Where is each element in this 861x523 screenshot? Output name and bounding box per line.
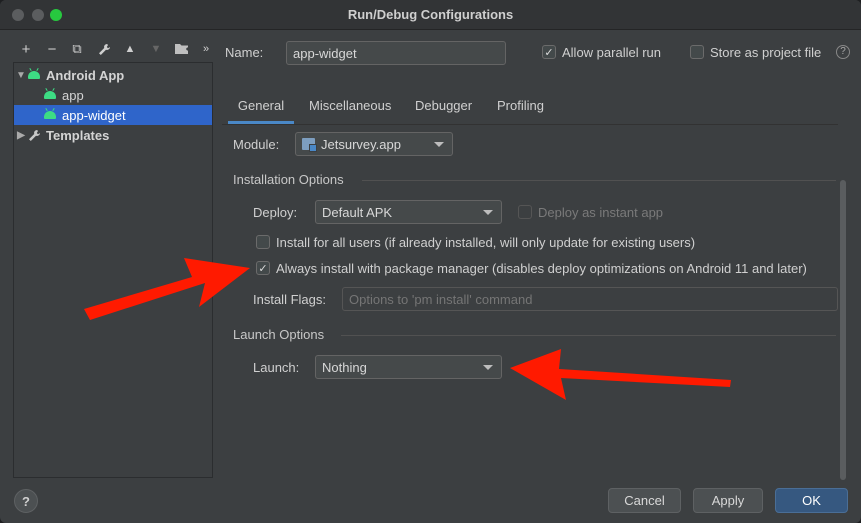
chevron-down-icon — [483, 210, 493, 215]
double-chevron-icon: » — [202, 43, 210, 55]
allow-parallel-checkbox[interactable]: ✓ — [542, 45, 556, 59]
tree-item-label: app-widget — [62, 107, 126, 123]
check-icon: ✓ — [544, 46, 554, 59]
tab-general[interactable]: General — [228, 94, 294, 124]
folder-icon — [174, 44, 189, 54]
move-down-button[interactable]: ▼ — [146, 38, 166, 60]
store-project-label: Store as project file — [710, 45, 822, 60]
launch-label: Launch: — [253, 360, 300, 375]
chevron-down-icon — [434, 142, 444, 147]
package-manager-checkbox[interactable]: ✓ — [256, 261, 270, 275]
tree-item-label: app — [62, 87, 84, 103]
module-value: Jetsurvey.app — [321, 136, 401, 152]
chevron-right-icon[interactable]: ▶ — [14, 130, 28, 141]
arrow-up-icon: ▲ — [124, 43, 136, 55]
ok-button[interactable]: OK — [775, 488, 848, 513]
tree-item-label: Templates — [46, 127, 110, 143]
minus-icon: − — [47, 40, 57, 58]
android-icon — [44, 111, 56, 119]
wrench-icon — [29, 129, 40, 141]
remove-config-button[interactable]: − — [42, 38, 62, 60]
config-toolbar: + − ⧉ ▲ ▼ » — [12, 38, 217, 60]
chevron-down-icon[interactable]: ▼ — [14, 70, 28, 81]
copy-icon: ⧉ — [72, 41, 82, 56]
launch-value: Nothing — [322, 359, 367, 375]
move-up-button[interactable]: ▲ — [120, 38, 140, 60]
edit-templates-button[interactable] — [94, 38, 114, 60]
more-actions-button[interactable]: » — [196, 38, 216, 60]
install-flags-input[interactable] — [342, 287, 838, 311]
copy-config-button[interactable]: ⧉ — [67, 38, 87, 60]
tab-profiling[interactable]: Profiling — [497, 94, 544, 124]
section-divider — [362, 180, 836, 181]
deploy-label: Deploy: — [253, 205, 298, 220]
deploy-value: Default APK — [322, 204, 393, 220]
launch-options-title: Launch Options — [233, 327, 325, 342]
installation-options-title: Installation Options — [233, 172, 344, 187]
allow-parallel-label: Allow parallel run — [562, 45, 661, 60]
apply-button[interactable]: Apply — [693, 488, 763, 513]
add-config-button[interactable]: + — [16, 38, 36, 60]
instant-app-checkbox[interactable] — [518, 205, 532, 219]
tab-divider — [222, 124, 838, 125]
help-button[interactable]: ? — [14, 489, 38, 513]
chevron-down-icon — [483, 365, 493, 370]
check-icon: ✓ — [258, 262, 268, 275]
new-folder-button[interactable] — [172, 38, 192, 60]
store-project-checkbox[interactable] — [690, 45, 704, 59]
instant-app-label: Deploy as instant app — [538, 205, 664, 220]
android-icon — [44, 91, 56, 99]
section-divider — [341, 335, 836, 336]
config-tree: ▼ Android App app app-widget ▶ Templates — [13, 62, 213, 478]
tab-miscellaneous[interactable]: Miscellaneous — [309, 94, 391, 124]
vertical-scrollbar[interactable] — [840, 180, 846, 480]
install-all-users-label: Install for all users (if already instal… — [276, 235, 696, 250]
question-icon[interactable]: ? — [836, 45, 850, 59]
title-bar: Run/Debug Configurations — [0, 0, 861, 30]
module-select[interactable]: Jetsurvey.app — [295, 132, 453, 156]
annotation-arrow-launch — [510, 349, 731, 400]
run-debug-dialog: Run/Debug Configurations + − ⧉ ▲ ▼ » ▼ A… — [0, 0, 861, 523]
tree-item-app[interactable]: app — [14, 85, 212, 105]
tree-item-label: Android App — [46, 67, 125, 83]
module-icon — [302, 138, 317, 152]
cancel-button[interactable]: Cancel — [608, 488, 681, 513]
tree-item-android-app[interactable]: ▼ Android App — [14, 65, 212, 85]
install-flags-label: Install Flags: — [253, 292, 326, 307]
name-label: Name: — [225, 45, 264, 60]
plus-icon: + — [21, 40, 31, 58]
tree-item-app-widget[interactable]: app-widget — [14, 105, 212, 125]
tree-item-templates[interactable]: ▶ Templates — [14, 125, 212, 145]
window-title: Run/Debug Configurations — [347, 7, 514, 22]
name-input[interactable]: app-widget — [286, 41, 506, 65]
tab-debugger[interactable]: Debugger — [415, 94, 472, 124]
install-all-users-checkbox[interactable] — [256, 235, 270, 249]
android-icon — [28, 71, 40, 79]
arrow-down-icon: ▼ — [150, 43, 162, 55]
deploy-select[interactable]: Default APK — [315, 200, 502, 224]
module-label: Module: — [233, 137, 280, 152]
package-manager-label: Always install with package manager (dis… — [276, 261, 807, 276]
wrench-icon — [98, 43, 110, 55]
launch-select[interactable]: Nothing — [315, 355, 502, 379]
